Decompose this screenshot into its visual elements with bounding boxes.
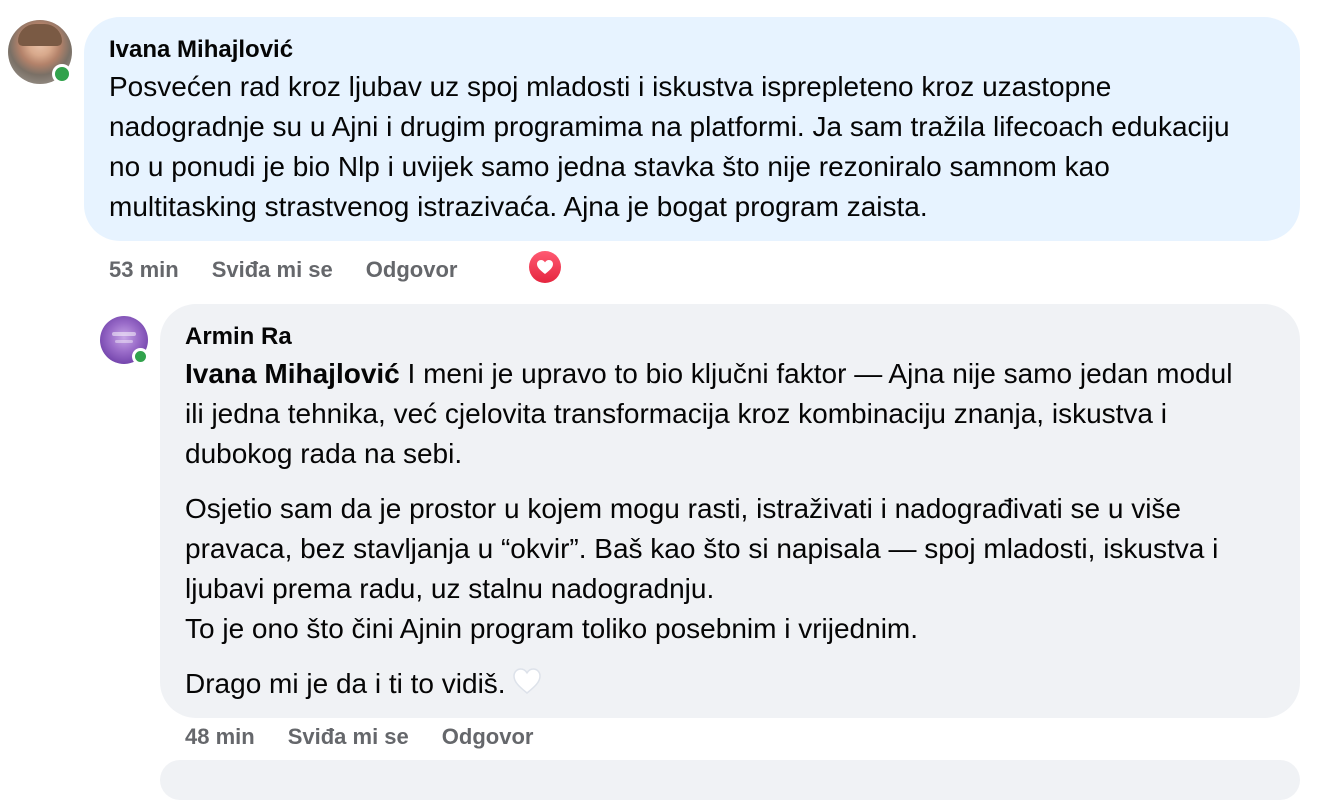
comment-author[interactable]: Armin Ra xyxy=(185,322,1275,352)
comment-bubble-ivana: Ivana Mihajlović Posvećen rad kroz ljuba… xyxy=(84,17,1300,241)
comment-timestamp[interactable]: 53 min xyxy=(109,257,179,283)
avatar-hair xyxy=(18,24,62,46)
comment-timestamp[interactable]: 48 min xyxy=(185,724,255,750)
comment-bubble-armin: Armin Ra Ivana Mihajlović I meni je upra… xyxy=(160,304,1300,718)
paragraph-2-closing: To je ono što čini Ajnin program toliko … xyxy=(185,613,919,644)
online-status-indicator xyxy=(132,348,149,365)
paragraph-3-text: Drago mi je da i ti to vidiš. xyxy=(185,668,506,699)
white-heart-icon xyxy=(512,666,542,706)
paragraph-2-text: Osjetio sam da je prostor u kojem mogu r… xyxy=(185,493,1219,604)
reply-button[interactable]: Odgovor xyxy=(366,257,458,283)
avatar-logo-mark xyxy=(112,332,136,336)
comment-actions-ivana: 53 min Sviđa mi se Odgovor xyxy=(109,256,457,284)
comment-text: Ivana Mihajlović I meni je upravo to bio… xyxy=(185,354,1245,706)
avatar-armin[interactable] xyxy=(100,316,149,365)
like-button[interactable]: Sviđa mi se xyxy=(288,724,409,750)
next-comment-bubble xyxy=(160,760,1300,800)
heart-icon xyxy=(537,260,553,274)
like-button[interactable]: Sviđa mi se xyxy=(212,257,333,283)
reaction-heart-icon[interactable] xyxy=(527,249,563,285)
online-status-indicator xyxy=(52,64,72,84)
avatar-ivana[interactable] xyxy=(8,20,72,84)
comment-actions-armin: 48 min Sviđa mi se Odgovor xyxy=(185,723,533,751)
reply-button[interactable]: Odgovor xyxy=(442,724,534,750)
comment-paragraph-2: Osjetio sam da je prostor u kojem mogu r… xyxy=(185,489,1245,649)
comment-text: Posvećen rad kroz ljubav uz spoj mladost… xyxy=(109,71,1230,222)
comment-paragraph-1: Ivana Mihajlović I meni je upravo to bio… xyxy=(185,354,1245,474)
comment-author[interactable]: Ivana Mihajlović xyxy=(109,35,1275,65)
mention-link[interactable]: Ivana Mihajlović xyxy=(185,358,400,389)
comment-paragraph-3: Drago mi je da i ti to vidiš. xyxy=(185,664,1245,706)
